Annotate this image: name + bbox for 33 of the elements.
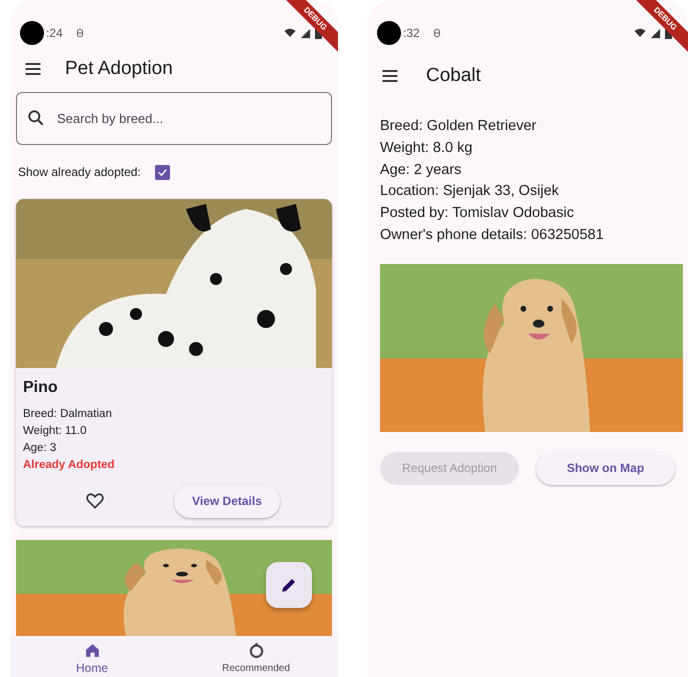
sync-icon [74, 28, 85, 38]
wifi-icon [284, 27, 296, 39]
pet-detail: Weight: 8.0 kg [380, 138, 474, 158]
pet-detail: Breed: Golden Retriever [380, 117, 538, 136]
home-icon [84, 642, 100, 659]
nav-item[interactable]: Recommended [174, 636, 338, 677]
pet-detail: Age: 3 [23, 441, 58, 456]
edit-button[interactable] [266, 562, 312, 608]
search-field[interactable]: Search by breed... [16, 92, 332, 145]
pet-detail: Breed: Dalmatian [23, 407, 113, 422]
camera-hole [377, 21, 401, 45]
action-button[interactable]: Show on Map [536, 452, 675, 485]
app-title: Pet Adoption [65, 56, 173, 81]
search-icon [26, 108, 46, 128]
adopted-status: Already Adopted [23, 458, 116, 473]
sync-icon [432, 28, 442, 38]
filter-label: Show already adopted: [18, 164, 141, 181]
heart-icon[interactable] [85, 491, 105, 511]
screen-title: Cobalt [426, 64, 481, 88]
pet-detail: Owner's phone details: 063250581 [380, 226, 605, 245]
wifi-icon [634, 27, 646, 39]
checkbox[interactable] [154, 164, 170, 180]
pet-name: Pino [23, 378, 59, 398]
nav-item[interactable]: Home [10, 636, 174, 677]
view-details-button[interactable]: View Details [174, 484, 280, 518]
pet-detail: Posted by: Tomislav Odobasic [380, 204, 575, 224]
status-time: :24 [46, 25, 63, 42]
check-icon [156, 166, 168, 178]
pet-detail: Age: 2 years [380, 160, 462, 180]
pet-detail: Location: Sjenjak 33, Osijek [380, 182, 560, 202]
camera-hole [20, 21, 44, 45]
pet-detail: Weight: 11.0 [23, 424, 88, 439]
status-time: :32 [403, 25, 420, 42]
